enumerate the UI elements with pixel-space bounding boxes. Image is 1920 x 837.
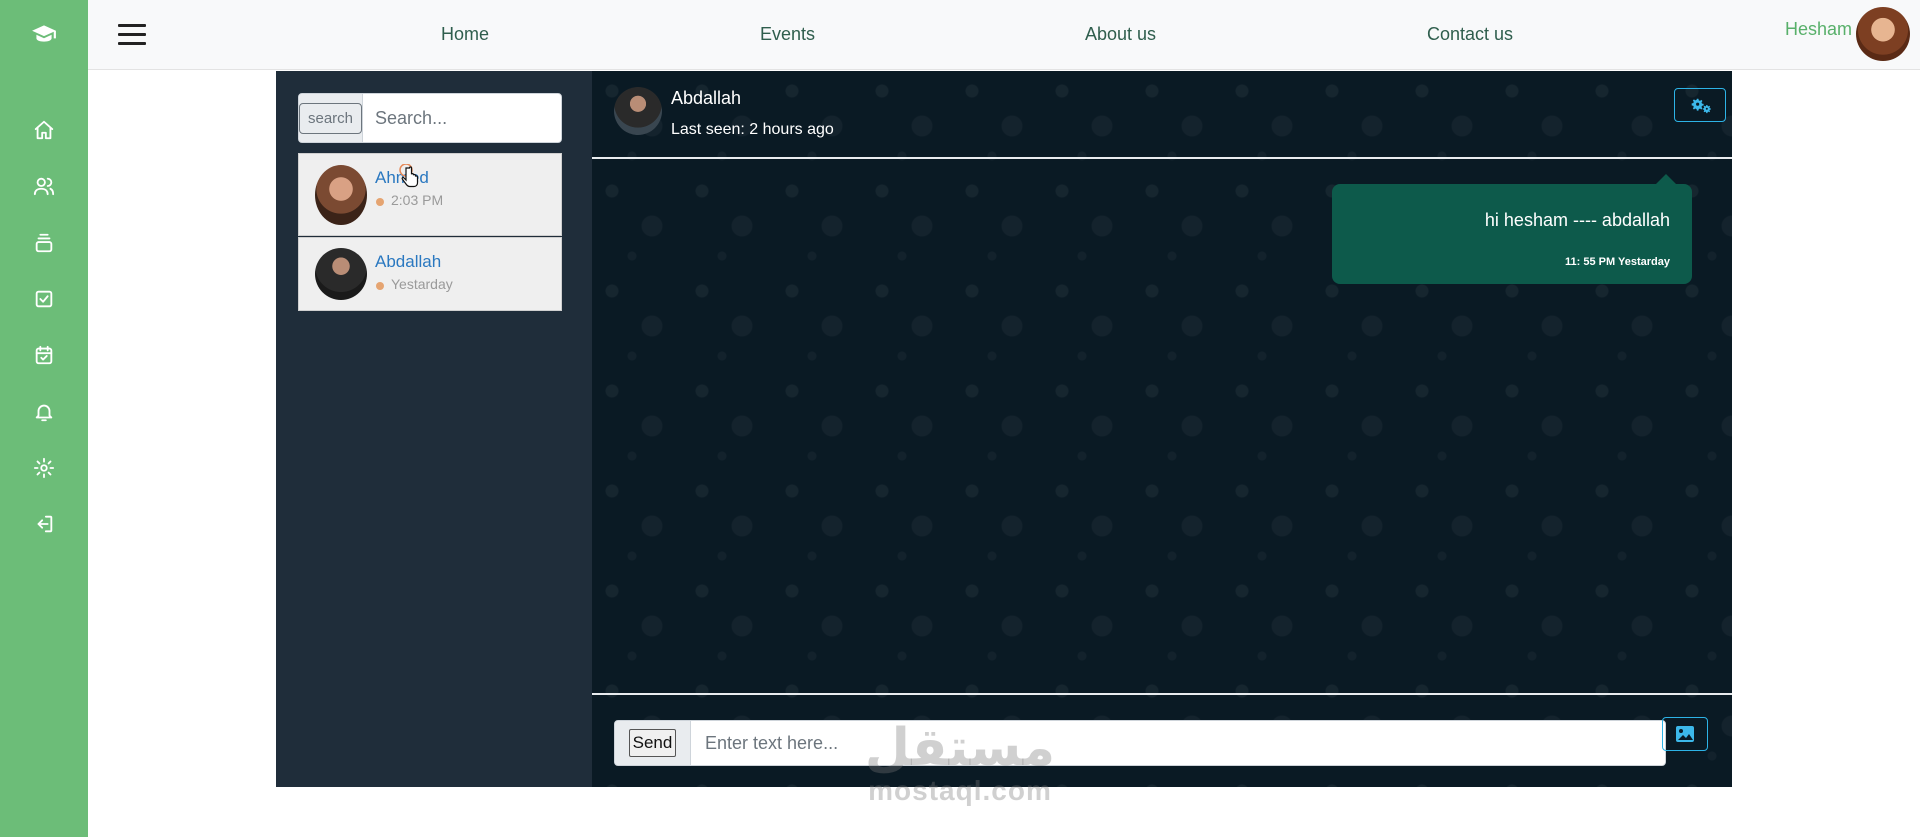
- message-time: 11: 55 PM Yestarday: [1565, 256, 1670, 268]
- message-text: hi hesham ---- abdallah: [1484, 210, 1670, 230]
- chat-avatar: [614, 87, 662, 135]
- send-button[interactable]: Send: [628, 729, 677, 757]
- chat-last-seen: Last seen: 2 hours ago: [671, 121, 834, 138]
- watermark: مستقل mostaql.com: [850, 720, 1070, 806]
- chat-settings-button[interactable]: [1674, 88, 1726, 122]
- search-input[interactable]: [363, 94, 561, 142]
- contact-avatar: [315, 165, 367, 225]
- contacts-panel: search Ahmed 2:03 PM Abdallah Yestarday: [276, 71, 592, 787]
- hamburger-menu-icon[interactable]: [118, 24, 146, 46]
- nav-about-link[interactable]: About us: [1085, 24, 1156, 45]
- search-group: search: [298, 93, 562, 143]
- chat-window: Abdallah Last seen: 2 hours ago hi hesha…: [592, 71, 1732, 787]
- search-addon: search: [299, 94, 364, 142]
- watermark-latin: mostaql.com: [868, 775, 1052, 806]
- nav-contact-link[interactable]: Contact us: [1427, 24, 1513, 45]
- logout-icon[interactable]: [30, 510, 58, 538]
- nav-home-link[interactable]: Home: [441, 24, 489, 45]
- graduation-cap-icon[interactable]: [30, 20, 58, 48]
- user-name[interactable]: Hesham: [1785, 19, 1852, 40]
- nav-events-link[interactable]: Events: [760, 24, 815, 45]
- chat-header: Abdallah Last seen: 2 hours ago: [592, 71, 1732, 159]
- chat-contact-name: Abdallah: [671, 88, 742, 108]
- bell-icon[interactable]: [30, 398, 58, 426]
- hand-cursor-icon: [399, 164, 419, 188]
- users-icon[interactable]: [30, 172, 58, 200]
- layers-icon[interactable]: [30, 229, 58, 257]
- status-dot: [376, 282, 384, 290]
- user-avatar[interactable]: [1856, 7, 1910, 61]
- contact-time: Yestarday: [391, 276, 453, 292]
- top-navbar: Home Events About us Contact us Hesham: [88, 0, 1920, 70]
- sidebar: [0, 0, 88, 837]
- message-composer: Send: [614, 720, 1666, 766]
- gear-icon[interactable]: [30, 454, 58, 482]
- image-icon: [1676, 726, 1694, 742]
- message-input[interactable]: [691, 721, 1665, 765]
- watermark-arabic: مستقل: [864, 718, 1056, 778]
- contact-name: Abdallah: [375, 252, 442, 271]
- chat-footer: Send: [592, 693, 1732, 787]
- calendar-check-icon[interactable]: [30, 341, 58, 369]
- search-button[interactable]: search: [299, 102, 363, 134]
- message-bubble: hi hesham ---- abdallah 11: 55 PM Yestar…: [1332, 174, 1692, 284]
- gears-icon: [1691, 98, 1711, 114]
- contact-avatar: [315, 248, 367, 300]
- checkbox-icon[interactable]: [30, 285, 58, 313]
- contact-time: 2:03 PM: [391, 192, 444, 208]
- attach-image-button[interactable]: [1662, 717, 1708, 751]
- home-icon[interactable]: [30, 116, 58, 144]
- contact-item-abdallah[interactable]: Abdallah Yestarday: [298, 237, 562, 311]
- status-dot: [376, 198, 384, 206]
- send-addon: Send: [615, 721, 691, 765]
- contact-item-ahmed[interactable]: Ahmed 2:03 PM: [298, 153, 562, 236]
